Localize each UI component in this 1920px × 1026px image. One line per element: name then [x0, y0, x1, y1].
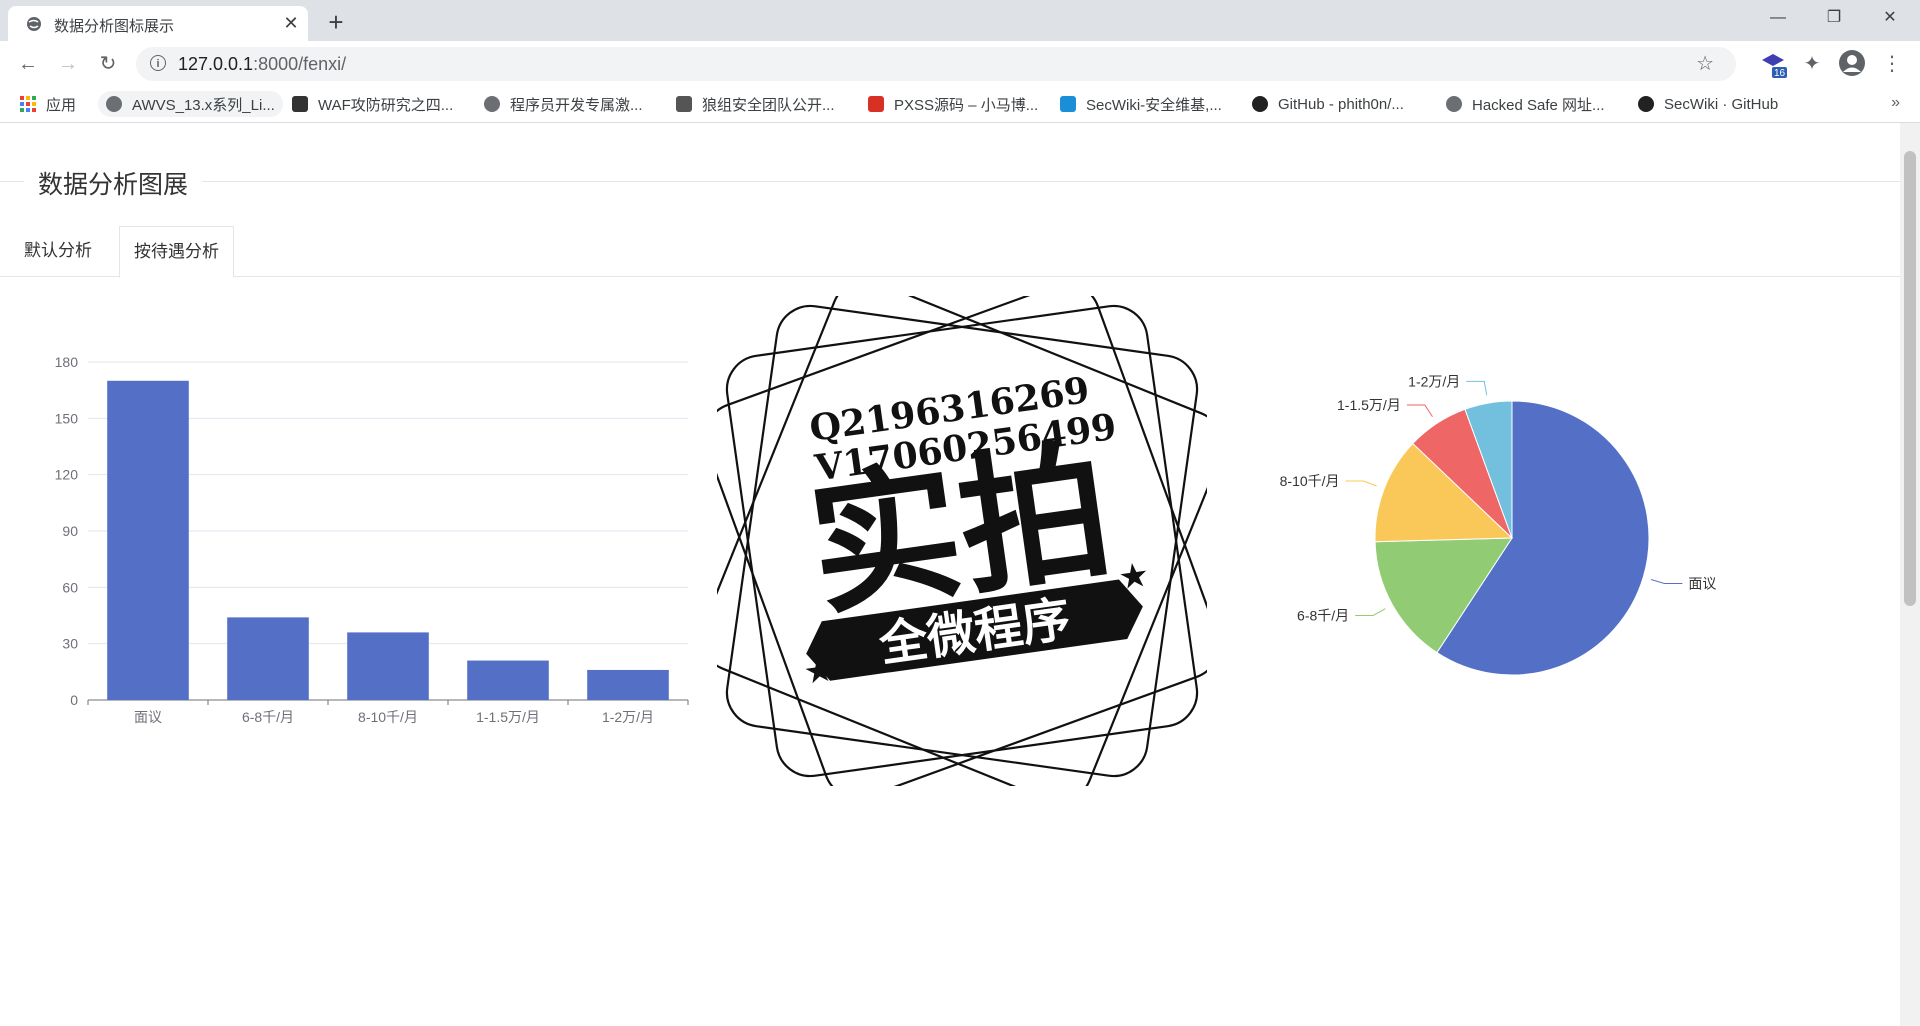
- extension-badge-button[interactable]: 16: [1758, 49, 1788, 79]
- watermark-stamp: Q2196316269 V17060256499 实拍 全微程序 ★ ★: [717, 296, 1207, 786]
- pie-label: 1-1.5万/月: [1337, 397, 1401, 413]
- address-bar[interactable]: i 127.0.0.1:8000/fenxi/ ☆: [136, 47, 1736, 81]
- pie-label-line: [1466, 380, 1488, 396]
- bookmark-programmer[interactable]: 程序员开发专属激...: [484, 94, 643, 114]
- close-window-button[interactable]: ✕: [1862, 0, 1918, 38]
- back-button[interactable]: ←: [13, 49, 43, 79]
- bookmark-apps[interactable]: 应用: [20, 94, 76, 114]
- bookmark-wolf-team[interactable]: 狼组安全团队公开...: [676, 94, 835, 114]
- pie-label: 面议: [1688, 575, 1716, 591]
- profile-avatar-icon[interactable]: [1837, 49, 1867, 79]
- bookmark-waf[interactable]: WAF攻防研究之四...: [292, 94, 453, 114]
- browser-menu-icon[interactable]: ⋮: [1877, 49, 1907, 79]
- browser-tab-strip: 数据分析图标展示 ✕ + — ❐ ✕: [0, 0, 1920, 41]
- star-icon: ★: [801, 650, 836, 692]
- browser-tab-title: 数据分析图标展示: [54, 18, 175, 35]
- y-tick-label: 90: [62, 523, 78, 539]
- x-tick-label: 1-2万/月: [602, 709, 654, 725]
- globe-icon: [106, 96, 122, 112]
- bookmark-awvs[interactable]: AWVS_13.x系列_Li...: [98, 91, 283, 117]
- pie-label-line: [1345, 480, 1377, 487]
- wolf-icon: [676, 96, 692, 112]
- minimize-button[interactable]: —: [1750, 0, 1806, 38]
- title-divider: [0, 181, 1900, 182]
- y-tick-label: 60: [62, 579, 78, 595]
- y-tick-label: 120: [55, 467, 79, 483]
- extensions-puzzle-icon[interactable]: ✦: [1797, 49, 1827, 79]
- bookmark-secwiki[interactable]: SecWiki-安全维基,...: [1060, 94, 1222, 114]
- analysis-tabs: 默认分析 按待遇分析: [0, 226, 1900, 278]
- bookmark-pxss[interactable]: PXSS源码 – 小马博...: [868, 94, 1038, 114]
- pie-chart: 面议 6-8千/月 8-10千/月 1-1.5万/月 1-2万/月: [1280, 373, 1716, 676]
- y-tick-label: 180: [55, 354, 79, 370]
- github-icon: [1638, 96, 1654, 112]
- restore-button[interactable]: ❐: [1806, 0, 1862, 38]
- y-tick-label: 30: [62, 636, 78, 652]
- x-tick-label: 8-10千/月: [358, 709, 418, 725]
- github-icon: [1252, 96, 1268, 112]
- x-tick-label: 6-8千/月: [242, 709, 294, 725]
- globe-icon: [484, 96, 500, 112]
- forward-button[interactable]: →: [53, 49, 83, 79]
- pie-label-line: [1650, 578, 1683, 584]
- page-scrollbar[interactable]: [1900, 123, 1920, 1026]
- bookmark-github-phith0n[interactable]: GitHub - phith0n/...: [1252, 94, 1404, 114]
- bar[interactable]: [467, 660, 549, 700]
- bookmark-secwiki-github[interactable]: SecWiki · GitHub: [1638, 94, 1778, 114]
- pie-label: 6-8千/月: [1297, 607, 1349, 623]
- bookmark-star-icon[interactable]: ☆: [1696, 51, 1714, 76]
- bookmarks-overflow-icon[interactable]: »: [1891, 94, 1900, 112]
- browser-tab[interactable]: 数据分析图标展示 ✕: [8, 6, 308, 41]
- bar-chart: 0 30 60 90 120 150 180 面议 6-8千/月 8-10千/月 1-1.5万/月 1…: [55, 354, 689, 725]
- apps-grid-icon: [20, 96, 36, 112]
- scrollbar-thumb[interactable]: [1904, 151, 1916, 606]
- bookmarks-bar: 应用 AWVS_13.x系列_Li... WAF攻防研究之四... 程序员开发专…: [0, 86, 1920, 123]
- pie-label-line: [1406, 404, 1433, 417]
- x-tick-label: 1-1.5万/月: [476, 709, 540, 725]
- page-title: 数据分析图展: [24, 165, 203, 201]
- bar[interactable]: [347, 632, 429, 700]
- graduation-cap-icon: 16: [1762, 54, 1787, 79]
- reload-button[interactable]: ↻: [93, 49, 123, 79]
- fork-icon: [292, 96, 308, 112]
- site-info-icon[interactable]: i: [150, 55, 166, 71]
- x-tick-label: 面议: [134, 709, 162, 725]
- star-icon: ★: [1116, 555, 1151, 597]
- y-tick-label: 0: [70, 692, 78, 708]
- bar[interactable]: [587, 669, 669, 700]
- close-tab-icon[interactable]: ✕: [280, 12, 302, 34]
- tab-salary-analysis[interactable]: 按待遇分析: [119, 226, 234, 278]
- globe-icon: [1446, 96, 1462, 112]
- secwiki-icon: [1060, 96, 1076, 112]
- browser-toolbar: ← → ↻ i 127.0.0.1:8000/fenxi/ ☆ 16 ✦ ⋮: [0, 41, 1920, 86]
- new-tab-button[interactable]: +: [322, 8, 350, 36]
- y-tick-label: 150: [55, 410, 79, 426]
- globe-icon: [27, 17, 41, 31]
- pie-label: 1-2万/月: [1408, 373, 1460, 389]
- url-text[interactable]: 127.0.0.1:8000/fenxi/: [178, 54, 346, 75]
- p-icon: [868, 96, 884, 112]
- bar[interactable]: [227, 617, 309, 700]
- tab-default-analysis[interactable]: 默认分析: [10, 226, 106, 276]
- svg-text:16: 16: [1774, 68, 1786, 79]
- bookmark-hacked-safe[interactable]: Hacked Safe 网址...: [1446, 94, 1605, 114]
- pie-label: 8-10千/月: [1280, 473, 1340, 489]
- bar[interactable]: [107, 380, 189, 700]
- pie-label-line: [1355, 608, 1386, 616]
